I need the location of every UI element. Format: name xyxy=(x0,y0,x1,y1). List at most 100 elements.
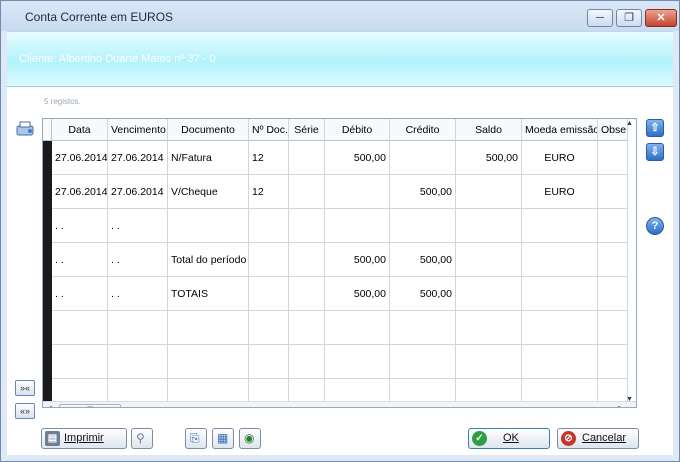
table-cell[interactable]: N/Fatura xyxy=(168,141,249,175)
move-up-button[interactable]: ⇧ xyxy=(646,119,664,137)
table-cell[interactable] xyxy=(289,141,325,175)
table-cell[interactable]: 500,00 xyxy=(390,277,456,311)
table-cell[interactable]: 500,00 xyxy=(390,175,456,209)
header-col-obse[interactable]: Obse xyxy=(598,119,628,141)
empty-cell[interactable] xyxy=(52,311,108,345)
empty-cell[interactable] xyxy=(456,345,522,379)
table-cell[interactable]: . . xyxy=(108,277,168,311)
collapse-button[interactable]: «» xyxy=(15,403,35,419)
table-cell[interactable]: 500,00 xyxy=(325,243,390,277)
table-cell[interactable]: . . xyxy=(52,209,108,243)
table-cell[interactable]: 500,00 xyxy=(325,141,390,175)
grid-scroll-down-icon[interactable]: ▼ xyxy=(626,396,633,403)
web-button[interactable]: ◉ xyxy=(239,428,261,449)
table-cell[interactable]: 27.06.2014 xyxy=(108,175,168,209)
cancel-button[interactable]: ⊘ Cancelar xyxy=(557,428,639,449)
empty-cell[interactable] xyxy=(522,345,598,379)
table-cell[interactable] xyxy=(249,277,289,311)
empty-cell[interactable] xyxy=(456,311,522,345)
table-cell[interactable]: EURO xyxy=(522,141,598,175)
empty-cell[interactable] xyxy=(168,345,249,379)
table-cell[interactable] xyxy=(289,175,325,209)
header-col-saldo[interactable]: Saldo xyxy=(456,119,522,141)
table-cell[interactable] xyxy=(598,209,628,243)
empty-cell[interactable] xyxy=(390,345,456,379)
table-cell[interactable] xyxy=(598,141,628,175)
table-cell[interactable] xyxy=(522,243,598,277)
table-cell[interactable]: 12 xyxy=(249,175,289,209)
table-cell[interactable] xyxy=(598,277,628,311)
table-cell[interactable] xyxy=(456,209,522,243)
expand-button[interactable]: »« xyxy=(15,380,35,396)
table-cell[interactable] xyxy=(325,175,390,209)
empty-cell[interactable] xyxy=(289,345,325,379)
table-cell[interactable]: TOTAIS xyxy=(168,277,249,311)
preview-button[interactable]: ⚲ xyxy=(131,428,153,449)
table-cell[interactable] xyxy=(522,277,598,311)
minimize-button[interactable]: ─ xyxy=(587,9,613,27)
export-button[interactable]: ⎘ xyxy=(185,428,207,449)
table-cell[interactable] xyxy=(456,243,522,277)
grid-scroll-up-icon[interactable]: ▲ xyxy=(626,120,633,127)
empty-cell[interactable] xyxy=(289,311,325,345)
header-col-documento[interactable]: Documento xyxy=(168,119,249,141)
header-col-moeda[interactable]: Moeda emissão xyxy=(522,119,598,141)
empty-cell[interactable] xyxy=(52,345,108,379)
empty-cell[interactable] xyxy=(168,311,249,345)
table-cell[interactable]: . . xyxy=(108,209,168,243)
table-cell[interactable] xyxy=(249,243,289,277)
table-cell[interactable]: 500,00 xyxy=(456,141,522,175)
empty-cell[interactable] xyxy=(390,311,456,345)
close-button[interactable]: ✕ xyxy=(645,9,677,27)
table-cell[interactable]: 27.06.2014 xyxy=(52,175,108,209)
maximize-button[interactable]: ❐ xyxy=(616,9,642,27)
table-cell[interactable] xyxy=(289,277,325,311)
empty-cell[interactable] xyxy=(325,345,390,379)
empty-cell[interactable] xyxy=(325,311,390,345)
empty-cell[interactable] xyxy=(108,311,168,345)
print-button[interactable]: ▤ Imprimir xyxy=(41,428,127,449)
grid-view-button[interactable]: ▦ xyxy=(212,428,234,449)
help-button[interactable]: ? xyxy=(646,217,664,235)
empty-cell[interactable] xyxy=(108,345,168,379)
empty-cell[interactable] xyxy=(598,345,628,379)
table-cell[interactable] xyxy=(390,141,456,175)
table-cell[interactable]: 27.06.2014 xyxy=(52,141,108,175)
table-cell[interactable]: . . xyxy=(108,243,168,277)
scroll-right-icon[interactable]: ► xyxy=(617,405,624,407)
empty-cell[interactable] xyxy=(249,345,289,379)
ok-button[interactable]: ✓ OK xyxy=(468,428,550,449)
header-col-data[interactable]: Data xyxy=(52,119,108,141)
table-cell[interactable]: V/Cheque xyxy=(168,175,249,209)
horizontal-scrollbar[interactable]: ◄ III ► xyxy=(43,401,636,407)
header-col-serie[interactable]: Série xyxy=(289,119,325,141)
scroll-left-icon[interactable]: ◄ xyxy=(46,405,53,407)
empty-cell[interactable] xyxy=(598,311,628,345)
table-cell[interactable]: EURO xyxy=(522,175,598,209)
table-cell[interactable] xyxy=(289,243,325,277)
table-cell[interactable] xyxy=(390,209,456,243)
table-cell[interactable] xyxy=(289,209,325,243)
table-cell[interactable]: 27.06.2014 xyxy=(108,141,168,175)
table-cell[interactable]: 500,00 xyxy=(390,243,456,277)
header-col-credito[interactable]: Crédito xyxy=(390,119,456,141)
table-cell[interactable] xyxy=(598,175,628,209)
header-col-vencimento[interactable]: Vencimento xyxy=(108,119,168,141)
empty-cell[interactable] xyxy=(522,311,598,345)
header-col-ndoc[interactable]: Nº Doc. xyxy=(249,119,289,141)
horizontal-scroll-thumb[interactable]: III xyxy=(59,404,121,407)
empty-cell[interactable] xyxy=(249,311,289,345)
table-cell[interactable] xyxy=(456,277,522,311)
move-down-button[interactable]: ⇩ xyxy=(646,143,664,161)
table-cell[interactable] xyxy=(522,209,598,243)
table-cell[interactable]: 500,00 xyxy=(325,277,390,311)
table-cell[interactable] xyxy=(456,175,522,209)
table-cell[interactable]: . . xyxy=(52,243,108,277)
table-cell[interactable] xyxy=(168,209,249,243)
table-cell[interactable] xyxy=(598,243,628,277)
table-cell[interactable] xyxy=(325,209,390,243)
customer-card-icon[interactable] xyxy=(16,120,36,138)
table-cell[interactable]: Total do período xyxy=(168,243,249,277)
header-col-debito[interactable]: Débito xyxy=(325,119,390,141)
table-cell[interactable] xyxy=(249,209,289,243)
